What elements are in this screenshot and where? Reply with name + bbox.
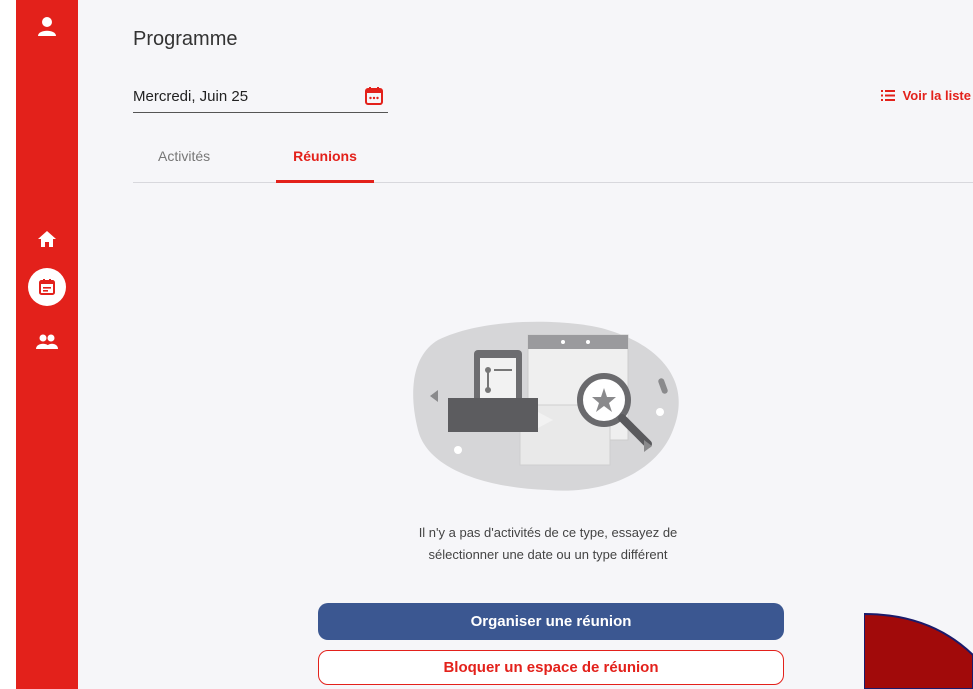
user-icon[interactable] — [16, 16, 78, 38]
page-title: Programme — [133, 28, 238, 50]
empty-state-message: Il n'y a pas d'activités de ce type, ess… — [328, 522, 768, 566]
date-picker[interactable]: Mercredi, Juin 25 — [133, 84, 388, 113]
tab-reunions[interactable]: Réunions — [276, 148, 374, 182]
home-icon[interactable] — [16, 230, 78, 248]
sidebar — [16, 0, 78, 689]
tab-activites[interactable]: Activités — [158, 148, 210, 164]
block-meeting-space-button[interactable]: Bloquer un espace de réunion — [318, 650, 784, 685]
active-tab-indicator — [276, 180, 374, 183]
calendar-icon[interactable] — [364, 86, 384, 111]
main-content: Programme Mercredi, Juin 25 Voir la list… — [78, 0, 973, 689]
empty-state-line-2: sélectionner une date ou un type différe… — [428, 547, 668, 562]
tab-bar: Activités Réunions — [133, 140, 973, 183]
view-list-label: Voir la liste — [902, 88, 971, 103]
calendar-icon — [39, 279, 55, 295]
calendar-nav-button[interactable] — [28, 268, 66, 306]
list-icon — [880, 90, 895, 101]
empty-state-illustration — [408, 320, 688, 500]
date-value: Mercredi, Juin 25 — [133, 88, 249, 105]
empty-state-line-1: Il n'y a pas d'activités de ce type, ess… — [418, 525, 678, 540]
view-list-link[interactable]: Voir la liste — [880, 88, 971, 103]
decorative-corner-shape — [864, 612, 973, 689]
organize-meeting-button[interactable]: Organiser une réunion — [318, 603, 784, 640]
people-icon[interactable] — [16, 334, 78, 350]
